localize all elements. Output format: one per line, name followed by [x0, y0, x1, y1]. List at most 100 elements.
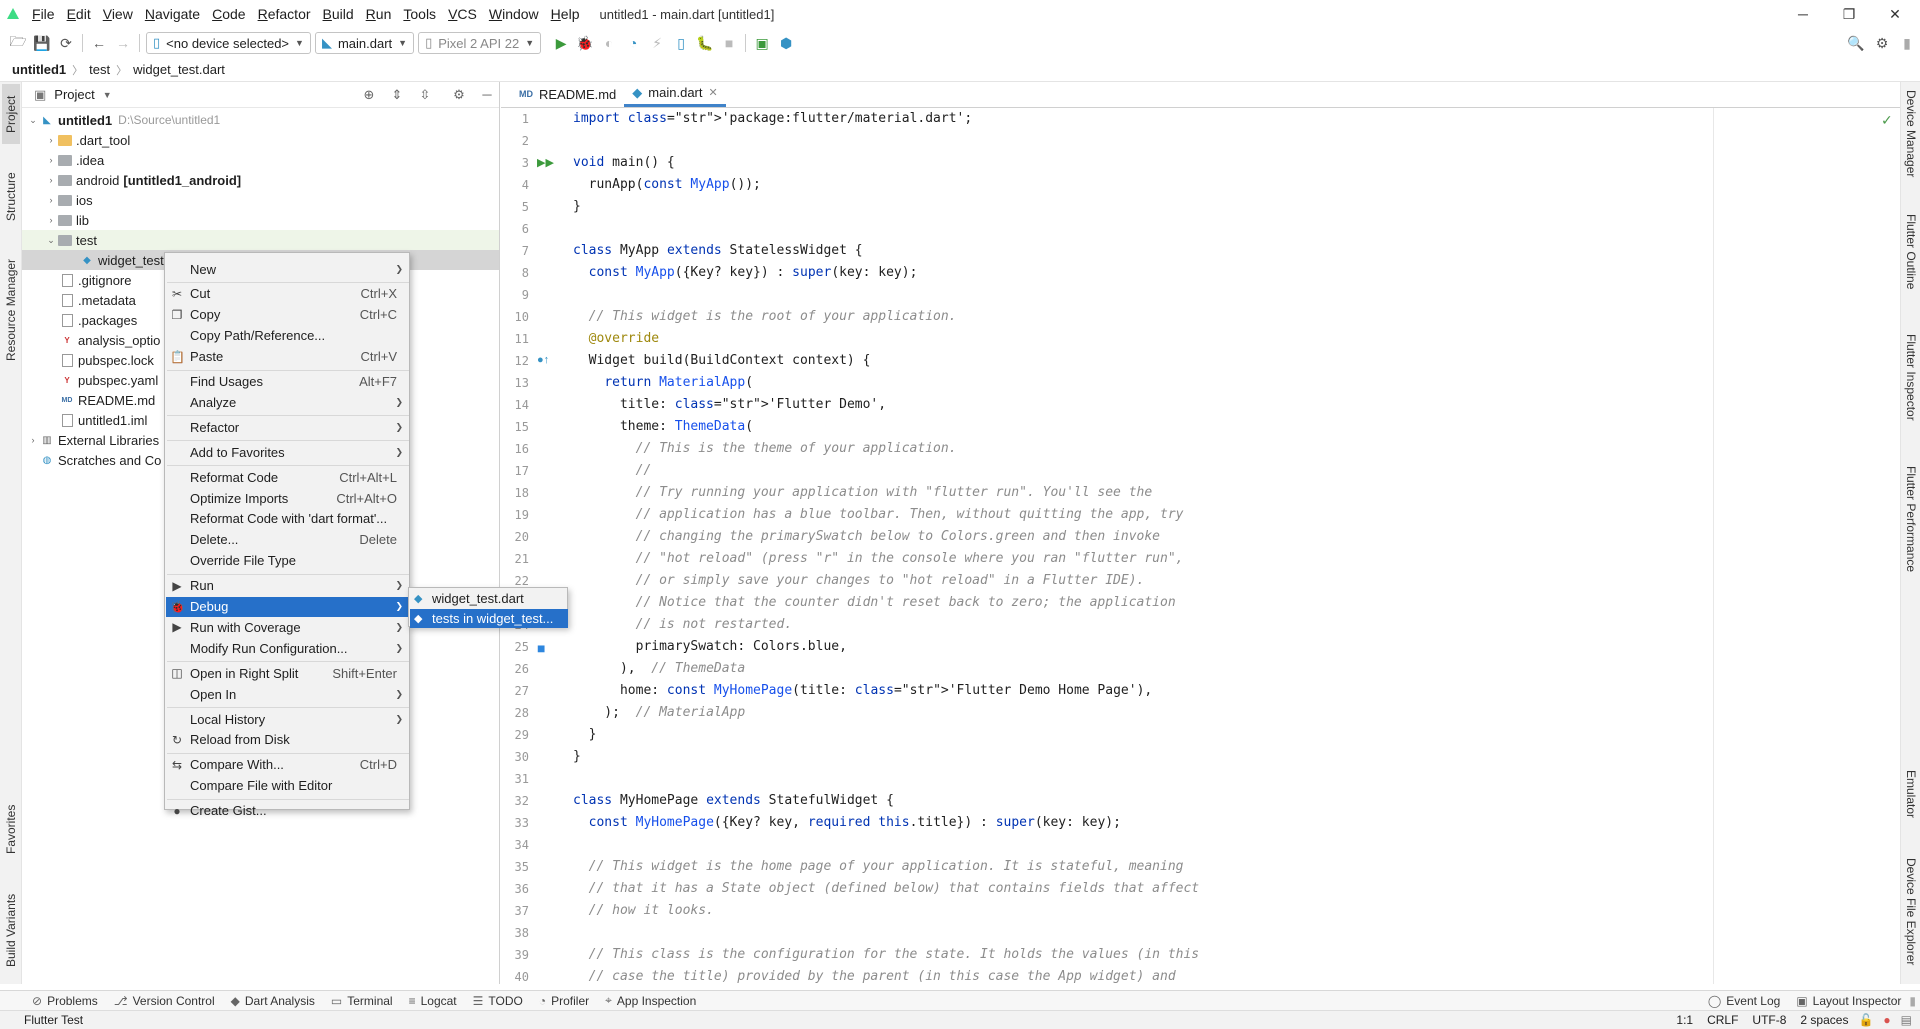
save-icon[interactable]: 💾	[30, 31, 54, 55]
lock-icon[interactable]: 🔓	[1858, 1013, 1873, 1027]
tree-item[interactable]: ⌄ test	[22, 230, 499, 250]
menu-build[interactable]: Build	[317, 0, 360, 28]
menu-vcs[interactable]: VCS	[442, 0, 483, 28]
sdk-manager-icon[interactable]: ⬢	[774, 31, 798, 55]
context-open-in[interactable]: Open In ❯	[166, 684, 409, 704]
run-gutter-icon[interactable]: ▶▶	[537, 156, 554, 169]
indent-setting[interactable]: 2 spaces	[1800, 1013, 1848, 1027]
tab-project[interactable]: Project	[2, 84, 20, 144]
chevron-down-icon[interactable]: ▼	[103, 90, 112, 100]
tab-flutter-performance[interactable]: Flutter Performance	[1902, 466, 1920, 596]
coverage-icon[interactable]: ◐	[597, 31, 621, 55]
context-new[interactable]: New ❯	[166, 259, 409, 279]
collapse-all-icon[interactable]: ⇳	[415, 85, 435, 105]
chevron-right-icon[interactable]: ›	[44, 195, 58, 205]
forward-icon[interactable]: →	[111, 31, 135, 55]
context-reformat-code[interactable]: Reformat Code Ctrl+Alt+L	[166, 467, 409, 487]
tab-readme[interactable]: MD README.md	[511, 81, 624, 107]
tool-tab-todo[interactable]: ☰ TODO	[465, 994, 531, 1008]
debug-icon[interactable]: 🐞	[573, 31, 597, 55]
search-icon[interactable]: 🔍	[1844, 31, 1868, 55]
back-icon[interactable]: ←	[87, 31, 111, 55]
menu-refactor[interactable]: Refactor	[252, 0, 317, 28]
context-find-usages[interactable]: Find Usages Alt+F7	[166, 372, 409, 392]
chevron-right-icon[interactable]: ›	[44, 175, 58, 185]
tree-item[interactable]: › android [untitled1_android]	[22, 170, 499, 190]
context-run-with-coverage[interactable]: ▶ Run with Coverage ❯	[166, 617, 409, 637]
chevron-down-icon[interactable]: ⌄	[26, 115, 40, 126]
hide-icon[interactable]: ─	[477, 85, 497, 105]
locate-icon[interactable]: ⊕	[359, 85, 379, 105]
context-modify-run-configuration[interactable]: Modify Run Configuration... ❯	[166, 638, 409, 658]
sync-icon[interactable]: ⟳	[54, 31, 78, 55]
device-selector[interactable]: ▯ <no device selected> ▼	[146, 32, 311, 54]
context-cut[interactable]: ✂ Cut Ctrl+X	[166, 284, 409, 304]
tree-item[interactable]: › ios	[22, 190, 499, 210]
memory-indicator-icon[interactable]: ▤	[1901, 1013, 1912, 1027]
tab-flutter-inspector[interactable]: Flutter Inspector	[1902, 334, 1920, 444]
menu-window[interactable]: Window	[483, 0, 545, 28]
expand-all-icon[interactable]: ⇕	[387, 85, 407, 105]
resize-handle-icon[interactable]: ▮	[1895, 31, 1919, 55]
context-local-history[interactable]: Local History ❯	[166, 709, 409, 729]
menu-edit[interactable]: Edit	[61, 0, 97, 28]
context-debug[interactable]: 🐞 Debug ❯	[166, 596, 409, 617]
tool-tab-dart-analysis[interactable]: ◆ Dart Analysis	[223, 994, 323, 1008]
run-config-selector[interactable]: ◣ main.dart ▼	[314, 32, 415, 54]
breadcrumb-item[interactable]: test	[89, 62, 110, 77]
override-gutter-icon[interactable]: ●↑	[537, 354, 549, 366]
menu-run[interactable]: Run	[360, 0, 398, 28]
tool-tab-problems[interactable]: ⊘ Problems	[24, 994, 106, 1008]
tab-favorites[interactable]: Favorites	[2, 794, 20, 864]
attach-debugger-icon[interactable]: 🐛	[693, 31, 717, 55]
tab-main-dart[interactable]: ◆ main.dart ✕	[624, 81, 726, 107]
context-reload-from-disk[interactable]: ↻ Reload from Disk	[166, 730, 409, 750]
menu-tools[interactable]: Tools	[397, 0, 442, 28]
tool-tab-layout-inspector[interactable]: ▣ Layout Inspector	[1788, 994, 1909, 1008]
context-add-to-favorites[interactable]: Add to Favorites ❯	[166, 442, 409, 462]
settings-gear-icon[interactable]: ⚙	[1870, 31, 1894, 55]
tool-tab-terminal[interactable]: ▭ Terminal	[323, 994, 401, 1008]
run-icon[interactable]: ▶	[549, 31, 573, 55]
device-manager-icon[interactable]: ▯	[669, 31, 693, 55]
context-override-file-type[interactable]: Override File Type	[166, 551, 409, 571]
menu-code[interactable]: Code	[206, 0, 251, 28]
context-optimize-imports[interactable]: Optimize Imports Ctrl+Alt+O	[166, 488, 409, 508]
file-encoding[interactable]: UTF-8	[1752, 1013, 1786, 1027]
submenu-item-widget-test-dart[interactable]: ◆ widget_test.dart	[410, 589, 568, 608]
chevron-right-icon[interactable]: ›	[44, 215, 58, 225]
context-compare-with[interactable]: ⇆ Compare With... Ctrl+D	[166, 755, 409, 775]
profile-icon[interactable]: ◔	[621, 31, 645, 55]
emulator-selector[interactable]: ▯ Pixel 2 API 22 ▼	[418, 32, 542, 54]
context-copy-path-reference[interactable]: Copy Path/Reference...	[166, 326, 409, 346]
error-icon[interactable]: ●	[1883, 1013, 1890, 1027]
maximize-button[interactable]: ❐	[1826, 0, 1872, 28]
context-copy[interactable]: ❐ Copy Ctrl+C	[166, 305, 409, 325]
menu-file[interactable]: File	[26, 0, 61, 28]
tool-tab-event-log[interactable]: ◯ Event Log	[1700, 994, 1788, 1008]
gear-icon[interactable]: ⚙	[449, 85, 469, 105]
tree-item[interactable]: › .dart_tool	[22, 130, 499, 150]
line-separator[interactable]: CRLF	[1707, 1013, 1738, 1027]
menu-view[interactable]: View	[97, 0, 139, 28]
avd-manager-icon[interactable]: ▣	[750, 31, 774, 55]
tab-build-variants[interactable]: Build Variants	[2, 882, 20, 978]
tree-root[interactable]: ⌄ ◣ untitled1 D:\Source\untitled1	[22, 110, 499, 130]
context-delete[interactable]: Delete... Delete	[166, 530, 409, 550]
chevron-down-icon[interactable]: ⌄	[44, 235, 58, 246]
tool-tab-app-inspection[interactable]: ⌖ App Inspection	[597, 993, 704, 1008]
tool-tab-profiler[interactable]: ◔ Profiler	[531, 994, 597, 1008]
context-analyze[interactable]: Analyze ❯	[166, 392, 409, 412]
menu-navigate[interactable]: Navigate	[139, 0, 206, 28]
context-refactor[interactable]: Refactor ❯	[166, 417, 409, 437]
tab-structure[interactable]: Structure	[2, 162, 20, 232]
tab-emulator[interactable]: Emulator	[1902, 770, 1920, 840]
chevron-right-icon[interactable]: ›	[26, 435, 40, 445]
breadcrumb-item[interactable]: widget_test.dart	[133, 62, 225, 77]
caret-position[interactable]: 1:1	[1676, 1013, 1693, 1027]
tab-flutter-outline[interactable]: Flutter Outline	[1902, 214, 1920, 310]
tool-tab-version-control[interactable]: ⎇ Version Control	[106, 994, 223, 1008]
close-button[interactable]: ✕	[1872, 0, 1918, 28]
breadcrumb-item[interactable]: untitled1	[12, 62, 66, 77]
tree-item[interactable]: › lib	[22, 210, 499, 230]
